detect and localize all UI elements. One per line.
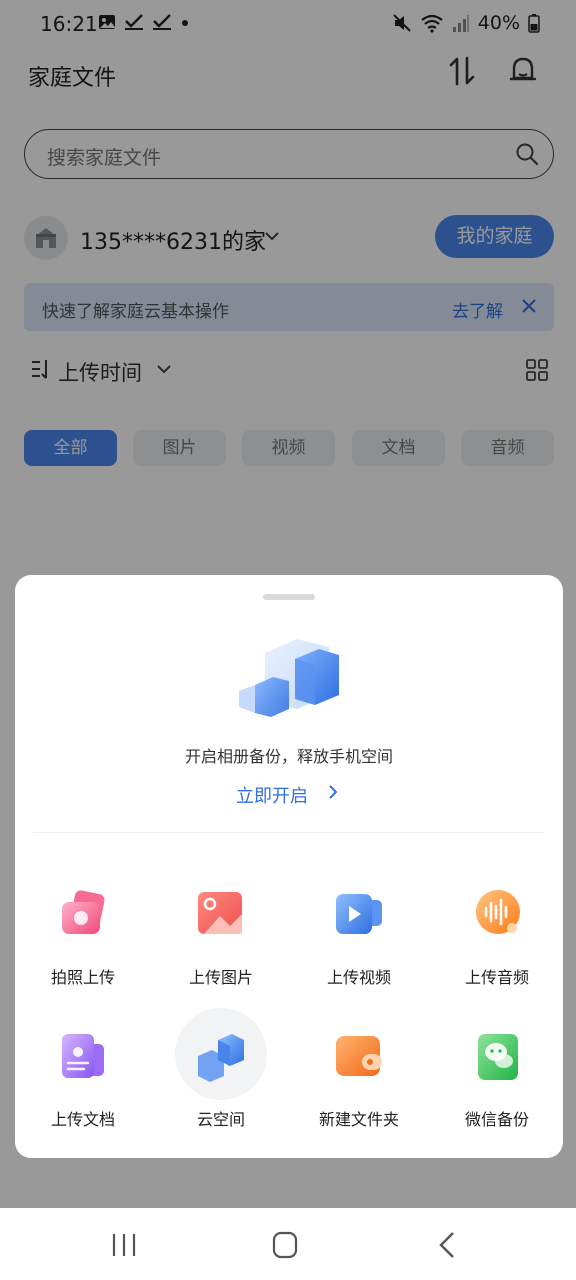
backup-cubes-illustration (239, 639, 339, 717)
sheet-divider (33, 832, 545, 833)
action-label: 上传文档 (50, 1110, 115, 1129)
action-cloud-space[interactable]: 云空间 (160, 1008, 280, 1132)
action-label: 拍照上传 (50, 968, 115, 987)
action-label: 上传视频 (326, 968, 391, 987)
family-files-page: 16:21 40% 家庭文件 搜索家庭文件 135****6231的家 我的家庭… (0, 0, 576, 1208)
action-new-folder[interactable]: 新建文件夹 (298, 1022, 418, 1132)
action-audio-upload[interactable]: 上传音频 (436, 880, 556, 990)
home-icon[interactable] (265, 1230, 305, 1260)
system-nav-bar (0, 1208, 576, 1280)
sheet-drag-handle[interactable] (263, 594, 315, 600)
enable-backup-link[interactable]: 立即开启 (236, 782, 308, 808)
action-label: 上传音频 (464, 968, 529, 987)
action-image-upload[interactable]: 上传图片 (160, 880, 280, 990)
action-label: 云空间 (196, 1110, 245, 1129)
camera-upload-icon (62, 890, 105, 934)
action-label: 微信备份 (464, 1110, 529, 1129)
chevron-right-icon[interactable] (325, 783, 341, 801)
wechat-backup-icon (478, 1034, 518, 1080)
action-wechat-backup[interactable]: 微信备份 (436, 1022, 556, 1132)
back-icon[interactable] (428, 1230, 468, 1260)
action-label: 上传图片 (188, 968, 253, 987)
action-video-upload[interactable]: 上传视频 (298, 880, 418, 990)
new-folder-icon (336, 1036, 382, 1076)
image-upload-icon (198, 892, 242, 934)
action-label: 新建文件夹 (318, 1110, 399, 1129)
upload-bottom-sheet: 开启相册备份，释放手机空间 立即开启 拍照上传 上传图片 上传视频 上传音频 上… (15, 575, 563, 1158)
recent-apps-icon[interactable] (104, 1230, 144, 1260)
action-document-upload[interactable]: 上传文档 (22, 1022, 142, 1132)
document-upload-icon (62, 1034, 104, 1078)
video-upload-icon (336, 894, 382, 934)
action-camera-upload[interactable]: 拍照上传 (22, 880, 142, 990)
cloud-space-icon (198, 1034, 244, 1082)
backup-promo-text: 开启相册备份，释放手机空间 (184, 747, 393, 766)
audio-upload-icon (476, 890, 520, 934)
